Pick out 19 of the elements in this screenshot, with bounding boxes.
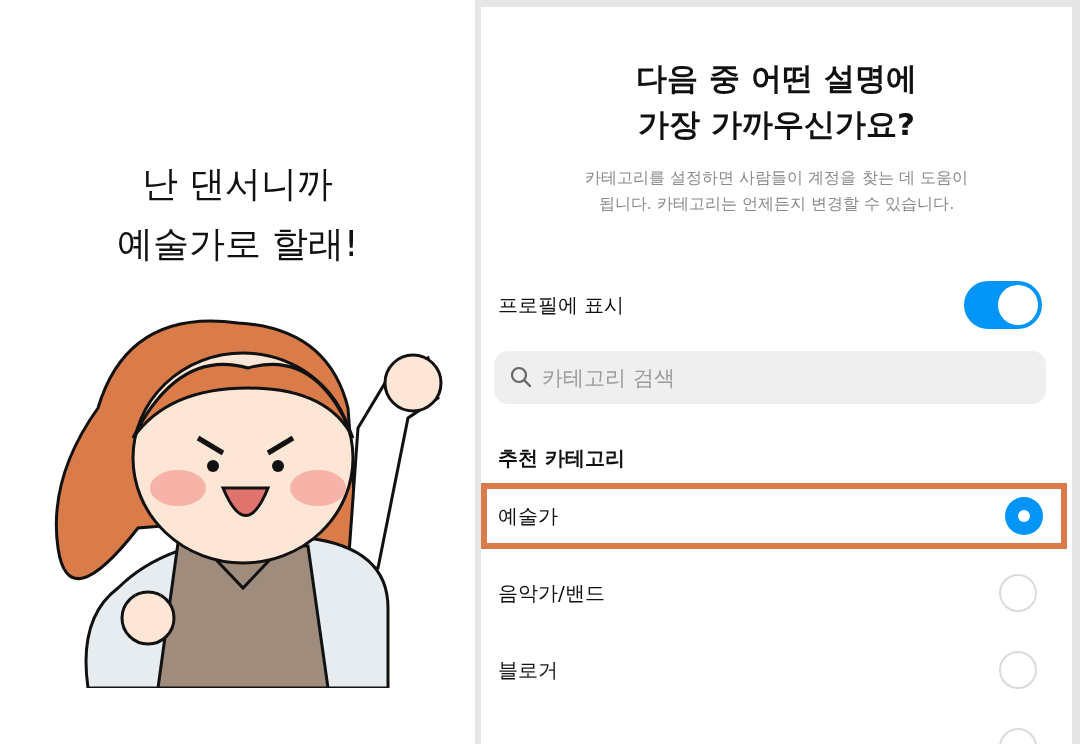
radio-button[interactable] xyxy=(999,574,1037,612)
category-label: 예술가 xyxy=(498,502,558,530)
category-row[interactable]: 예술가 xyxy=(481,483,1067,549)
section-title: 추천 카테고리 xyxy=(498,445,626,472)
category-label: 블로거 xyxy=(498,656,558,684)
category-row[interactable]: 블로거 xyxy=(481,637,1067,703)
search-field[interactable]: 카테고리 검색 xyxy=(494,351,1046,404)
profile-display-toggle[interactable] xyxy=(964,281,1042,329)
description-text: 카테고리를 설정하면 사람들이 계정을 찾는 데 도움이 xyxy=(585,167,968,189)
category-row[interactable]: 음악가/밴드 xyxy=(481,560,1067,626)
category-label: 음악가/밴드 xyxy=(498,579,605,607)
caption-text: 난 댄서니까 xyxy=(141,162,334,206)
radio-button[interactable] xyxy=(999,651,1037,689)
screen-title: 다음 중 어떤 설명에 xyxy=(636,59,917,98)
radio-button[interactable] xyxy=(1005,497,1043,535)
caption-text: 예술가로 할래! xyxy=(116,222,359,266)
toggle-label: 프로필에 표시 xyxy=(498,291,625,319)
screen-title: 가장 가까우신가요? xyxy=(638,105,915,144)
description-text: 됩니다. 카테고리는 언제든지 변경할 수 있습니다. xyxy=(598,193,955,215)
